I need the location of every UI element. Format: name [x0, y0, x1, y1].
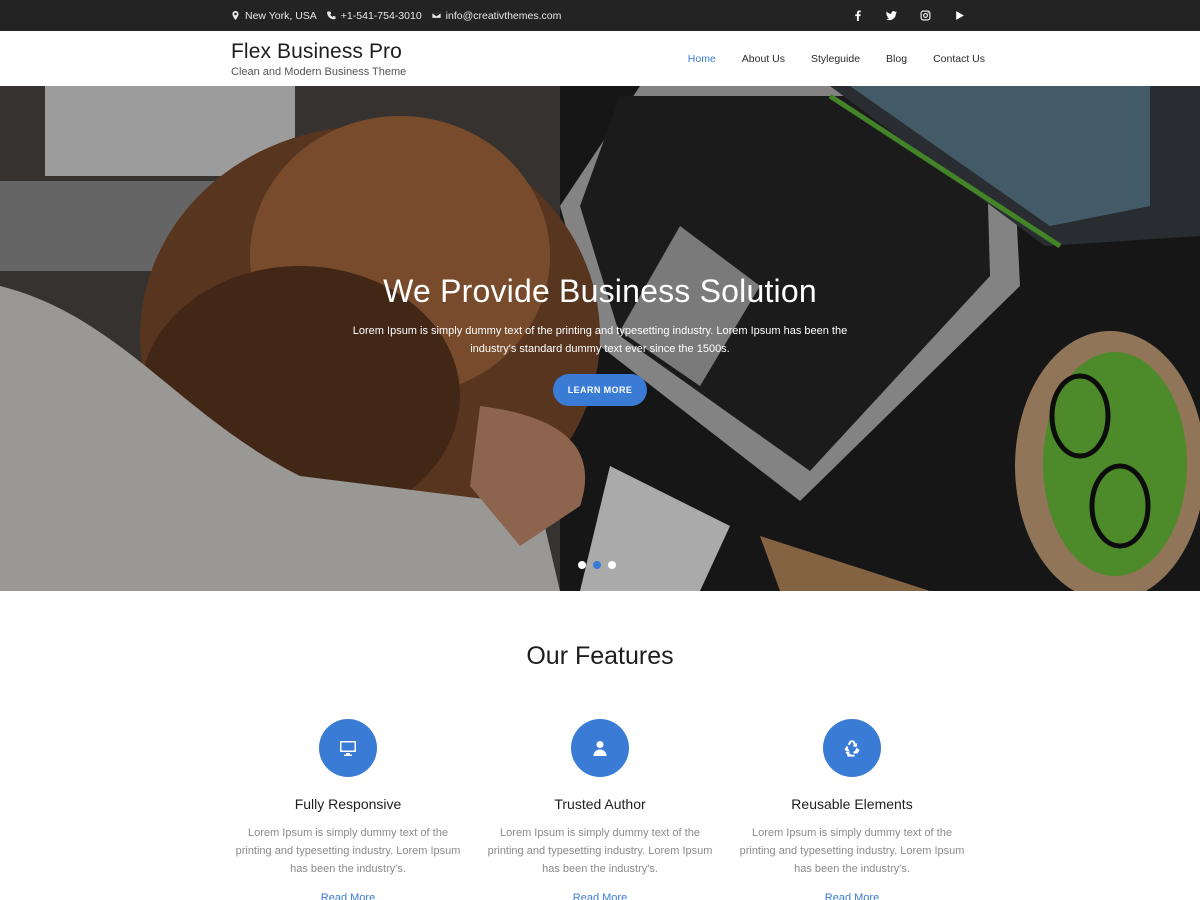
email-item[interactable]: info@creativthemes.com	[431, 10, 562, 22]
top-bar: New York, USA +1-541-754-3010 info@creat…	[0, 0, 1200, 31]
monitor-icon	[340, 741, 356, 756]
contact-info: New York, USA +1-541-754-3010 info@creat…	[231, 0, 561, 31]
hero-slider: We Provide Business Solution Lorem Ipsum…	[0, 86, 1200, 591]
nav-item-home[interactable]: Home	[688, 53, 716, 65]
youtube-link[interactable]	[942, 0, 976, 31]
twitter-icon	[885, 11, 897, 21]
recycle-icon	[844, 740, 860, 757]
nav-item-about-us[interactable]: About Us	[742, 53, 785, 65]
facebook-icon	[854, 10, 861, 21]
phone-icon	[326, 11, 336, 20]
youtube-icon	[955, 11, 964, 20]
feature-text: Lorem Ipsum is simply dummy text of the …	[739, 827, 965, 875]
feature-card-fully-responsive: Fully Responsive Lorem Ipsum is simply d…	[233, 719, 463, 900]
brand[interactable]: Flex Business Pro Clean and Modern Busin…	[231, 40, 406, 78]
instagram-icon	[920, 10, 930, 21]
phone-item[interactable]: +1-541-754-3010	[326, 10, 422, 22]
feature-title: Fully Responsive	[294, 796, 402, 812]
email-text[interactable]: info@creativthemes.com	[446, 10, 562, 22]
feature-card-reusable-elements: Reusable Elements Lorem Ipsum is simply …	[737, 719, 967, 900]
site-tagline: Clean and Modern Business Theme	[231, 66, 407, 78]
learn-more-button[interactable]: LEARN MORE	[553, 374, 647, 406]
feature-icon-circle	[319, 719, 377, 777]
feature-title: Reusable Elements	[791, 796, 913, 812]
feature-icon-circle	[823, 719, 881, 777]
feature-text: Lorem Ipsum is simply dummy text of the …	[235, 827, 461, 875]
feature-icon-circle	[571, 719, 629, 777]
hero-heading: We Provide Business Solution	[383, 273, 817, 309]
site-header: Flex Business Pro Clean and Modern Busin…	[0, 31, 1200, 86]
nav-item-blog[interactable]: Blog	[886, 53, 907, 65]
slider-pagination	[578, 561, 616, 569]
location-text: New York, USA	[245, 9, 317, 22]
feature-text: Lorem Ipsum is simply dummy text of the …	[487, 827, 713, 875]
read-more-link[interactable]: Read More	[321, 892, 375, 900]
read-more-link[interactable]: Read More	[825, 892, 879, 900]
main-nav: Home About Us Styleguide Blog Contact Us	[688, 31, 985, 86]
twitter-link[interactable]	[874, 0, 908, 31]
user-icon	[593, 741, 607, 756]
envelope-icon	[431, 12, 441, 19]
slider-dot-1[interactable]	[578, 561, 586, 569]
phone-text[interactable]: +1-541-754-3010	[341, 10, 422, 22]
location-item: New York, USA	[231, 10, 317, 22]
hero-subtext: Lorem Ipsum is simply dummy text of the …	[352, 325, 848, 355]
nav-item-contact-us[interactable]: Contact Us	[933, 53, 985, 65]
read-more-link[interactable]: Read More	[573, 892, 627, 900]
nav-item-styleguide[interactable]: Styleguide	[811, 53, 860, 65]
slider-dot-2[interactable]	[593, 561, 601, 569]
social-links	[840, 0, 976, 31]
feature-title: Trusted Author	[554, 796, 646, 812]
instagram-link[interactable]	[908, 0, 942, 31]
slider-dot-3[interactable]	[608, 561, 616, 569]
features-heading: Our Features	[526, 642, 674, 670]
feature-card-trusted-author: Trusted Author Lorem Ipsum is simply dum…	[485, 719, 715, 900]
map-marker-icon	[232, 11, 239, 20]
site-title[interactable]: Flex Business Pro	[231, 40, 406, 64]
facebook-link[interactable]	[840, 0, 874, 31]
